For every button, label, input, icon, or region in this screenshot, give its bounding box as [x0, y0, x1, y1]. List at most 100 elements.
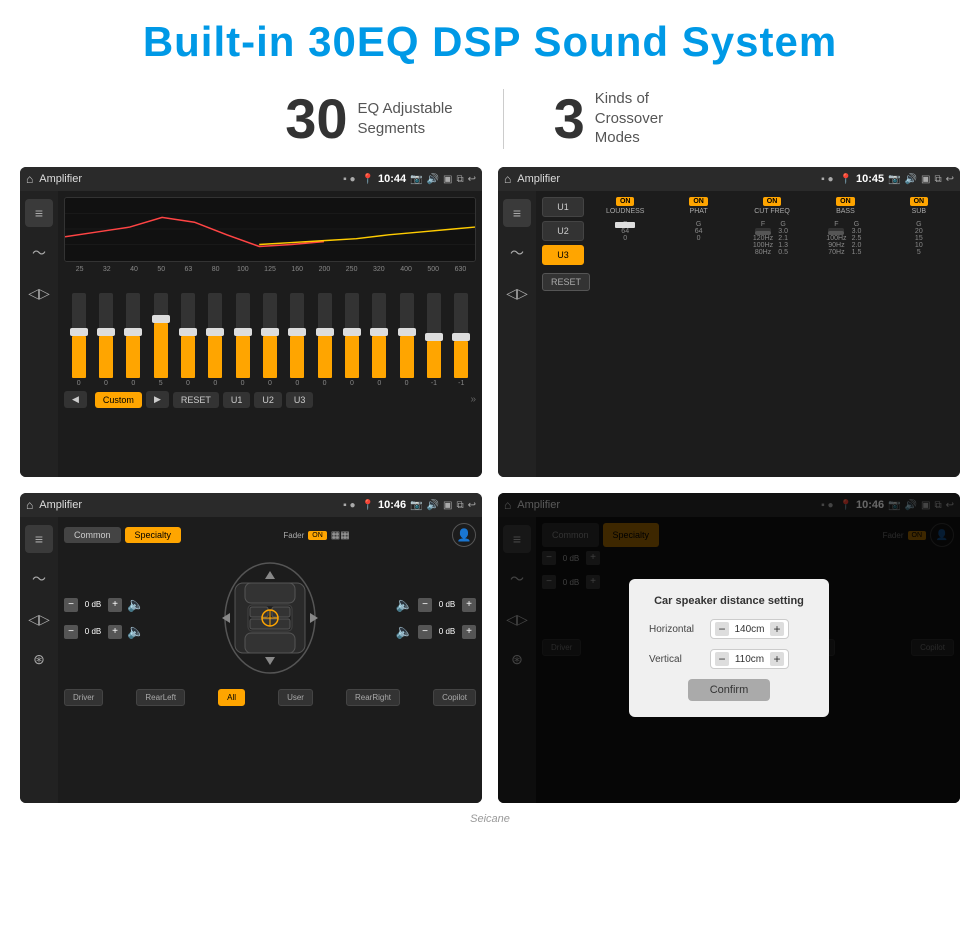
slider-track-11[interactable] [345, 293, 359, 378]
slider-thumb-9[interactable] [288, 328, 306, 336]
slider-track-6[interactable] [208, 293, 222, 378]
slider-thumb-11[interactable] [343, 328, 361, 336]
slider-6[interactable]: 0 [203, 293, 228, 387]
slider-1[interactable]: 0 [66, 293, 91, 387]
vertical-plus[interactable]: + [770, 652, 784, 666]
next-btn[interactable]: ▶ [146, 391, 169, 408]
sidebar-wave-icon[interactable]: 〜 [25, 239, 53, 267]
slider-track-5[interactable] [181, 293, 195, 378]
cutfreq-toggle[interactable]: ON [763, 197, 782, 206]
slider-track-14[interactable] [427, 293, 441, 378]
slider-thumb-6[interactable] [206, 328, 224, 336]
db-plus-3[interactable]: + [462, 598, 476, 612]
sidebar-vol-icon-3[interactable]: ◁▷ [25, 605, 53, 633]
slider-track-9[interactable] [290, 293, 304, 378]
slider-thumb-13[interactable] [398, 328, 416, 336]
prev-btn[interactable]: ◀ [64, 391, 87, 408]
copilot-btn[interactable]: Copilot [433, 689, 476, 706]
common-tab[interactable]: Common [64, 527, 121, 543]
slider-7[interactable]: 0 [230, 293, 255, 387]
back-icon[interactable]: ↩ [468, 174, 476, 185]
phat-toggle[interactable]: ON [689, 197, 708, 206]
slider-12[interactable]: 0 [367, 293, 392, 387]
u1-preset[interactable]: U1 [542, 197, 584, 217]
home-icon-3[interactable]: ⌂ [26, 498, 33, 512]
bass-slider-f[interactable] [828, 228, 844, 235]
bass-toggle[interactable]: ON [836, 197, 855, 206]
sub-toggle[interactable]: ON [910, 197, 929, 206]
all-btn[interactable]: All [218, 689, 245, 706]
home-icon-2[interactable]: ⌂ [504, 172, 511, 186]
loudness-toggle[interactable]: ON [616, 197, 635, 206]
slider-thumb-14[interactable] [425, 333, 443, 341]
loudness-thumb[interactable] [615, 222, 635, 228]
slider-thumb-10[interactable] [316, 328, 334, 336]
custom-preset[interactable]: Custom [95, 392, 142, 408]
rear-right-btn[interactable]: RearRight [346, 689, 400, 706]
fader-slider[interactable]: ▦▦ [331, 530, 350, 541]
slider-thumb-2[interactable] [97, 328, 115, 336]
sidebar-eq-icon[interactable]: ≡ [25, 199, 53, 227]
reset-btn-1[interactable]: RESET [173, 392, 219, 408]
db-plus-2[interactable]: + [108, 625, 122, 639]
horizontal-plus[interactable]: + [770, 622, 784, 636]
sidebar-wave-icon-2[interactable]: 〜 [503, 239, 531, 267]
slider-track-1[interactable] [72, 293, 86, 378]
sidebar-eq-icon-2[interactable]: ≡ [503, 199, 531, 227]
slider-thumb-7[interactable] [234, 328, 252, 336]
u3-btn-1[interactable]: U3 [286, 392, 314, 408]
u2-preset[interactable]: U2 [542, 221, 584, 241]
slider-thumb-5[interactable] [179, 328, 197, 336]
slider-2[interactable]: 0 [93, 293, 118, 387]
slider-track-12[interactable] [372, 293, 386, 378]
cutfreq-slider-f[interactable] [755, 228, 771, 235]
sidebar-bt-icon[interactable]: ⊛ [25, 645, 53, 673]
slider-10[interactable]: 0 [312, 293, 337, 387]
horizontal-minus[interactable]: − [715, 622, 729, 636]
confirm-button[interactable]: Confirm [688, 679, 771, 701]
slider-thumb-3[interactable] [124, 328, 142, 336]
slider-track-8[interactable] [263, 293, 277, 378]
specialty-tab[interactable]: Specialty [125, 527, 182, 543]
slider-track-2[interactable] [99, 293, 113, 378]
slider-11[interactable]: 0 [339, 293, 364, 387]
slider-thumb-4[interactable] [152, 315, 170, 323]
u3-preset[interactable]: U3 [542, 245, 584, 265]
db-plus-1[interactable]: + [108, 598, 122, 612]
slider-15[interactable]: -1 [449, 293, 474, 387]
sidebar-vol-icon[interactable]: ◁▷ [25, 279, 53, 307]
db-minus-2[interactable]: − [64, 625, 78, 639]
slider-13[interactable]: 0 [394, 293, 419, 387]
slider-track-15[interactable] [454, 293, 468, 378]
slider-8[interactable]: 0 [257, 293, 282, 387]
slider-thumb-12[interactable] [370, 328, 388, 336]
db-minus-4[interactable]: − [418, 625, 432, 639]
slider-thumb-1[interactable] [70, 328, 88, 336]
reset-btn-2[interactable]: RESET [542, 273, 590, 291]
slider-track-13[interactable] [400, 293, 414, 378]
fader-toggle[interactable]: ON [308, 531, 327, 540]
slider-track-4[interactable] [154, 293, 168, 378]
sidebar-vol-icon-2[interactable]: ◁▷ [503, 279, 531, 307]
slider-thumb-15[interactable] [452, 333, 470, 341]
driver-btn[interactable]: Driver [64, 689, 103, 706]
slider-3[interactable]: 0 [121, 293, 146, 387]
slider-track-10[interactable] [318, 293, 332, 378]
slider-9[interactable]: 0 [285, 293, 310, 387]
slider-14[interactable]: -1 [421, 293, 446, 387]
rear-left-btn[interactable]: RearLeft [136, 689, 185, 706]
user-btn[interactable]: User [278, 689, 313, 706]
db-minus-1[interactable]: − [64, 598, 78, 612]
slider-5[interactable]: 0 [175, 293, 200, 387]
home-icon[interactable]: ⌂ [26, 172, 33, 186]
sidebar-wave-icon-3[interactable]: 〜 [25, 565, 53, 593]
slider-4[interactable]: 5 [148, 293, 173, 387]
db-plus-4[interactable]: + [462, 625, 476, 639]
back-icon-2[interactable]: ↩ [946, 174, 954, 185]
slider-track-7[interactable] [236, 293, 250, 378]
db-minus-3[interactable]: − [418, 598, 432, 612]
vertical-minus[interactable]: − [715, 652, 729, 666]
back-icon-3[interactable]: ↩ [468, 500, 476, 511]
u2-btn-1[interactable]: U2 [254, 392, 282, 408]
sidebar-eq-icon-3[interactable]: ≡ [25, 525, 53, 553]
